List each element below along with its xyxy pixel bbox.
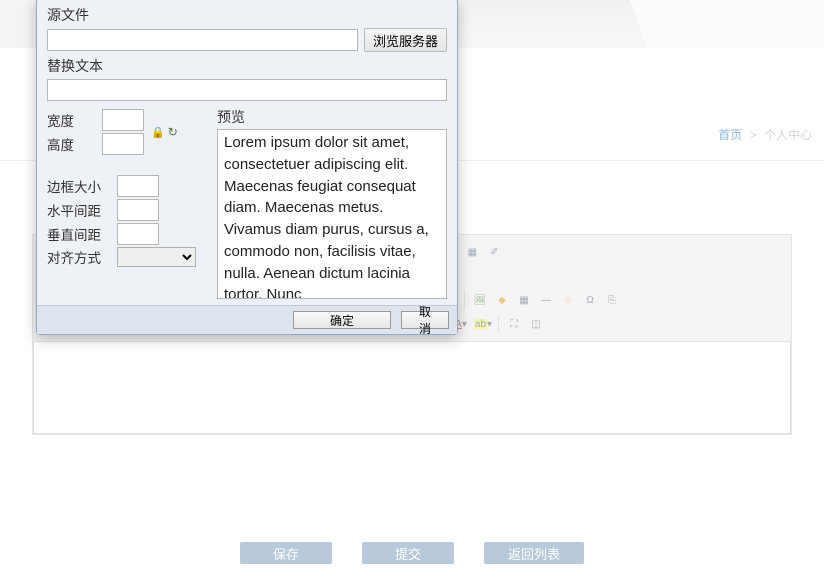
- alt-text-input[interactable]: [47, 79, 447, 101]
- breadcrumb-home[interactable]: 首页: [718, 128, 742, 142]
- cancel-button[interactable]: 取消: [401, 311, 449, 329]
- hspace-input[interactable]: [117, 199, 159, 221]
- special-char-icon[interactable]: Ω: [581, 291, 599, 309]
- breadcrumb-current: 个人中心: [764, 128, 812, 142]
- lock-ratio-icon[interactable]: 🔒: [151, 126, 165, 139]
- height-label: 高度: [47, 134, 102, 154]
- breadcrumb-sep: >: [750, 128, 757, 142]
- flash-icon[interactable]: ◆: [493, 291, 511, 309]
- height-input[interactable]: [102, 133, 144, 155]
- smiley-icon[interactable]: ☺: [559, 291, 577, 309]
- page-break-icon[interactable]: ⎘: [603, 291, 621, 309]
- dimensions-column: 宽度 高度 🔒 ↻ 边框大小: [47, 107, 207, 299]
- alt-text-label: 替换文本: [47, 56, 447, 76]
- border-input[interactable]: [117, 175, 159, 197]
- maximize-icon[interactable]: ⛶: [505, 315, 523, 333]
- submit-button[interactable]: 提交: [362, 542, 454, 564]
- vspace-input[interactable]: [117, 223, 159, 245]
- align-label: 对齐方式: [47, 247, 117, 267]
- table-icon[interactable]: ▦: [515, 291, 533, 309]
- width-input[interactable]: [102, 109, 144, 131]
- image-properties-dialog: 源文件 浏览服务器 替换文本 宽度 高度: [36, 0, 458, 335]
- border-label: 边框大小: [47, 176, 117, 196]
- browse-server-button[interactable]: 浏览服务器: [364, 28, 447, 52]
- save-button[interactable]: 保存: [240, 542, 332, 564]
- ok-button[interactable]: 确定: [293, 311, 391, 329]
- back-button[interactable]: 返回列表: [484, 542, 584, 564]
- remove-format-icon[interactable]: ✐: [485, 243, 503, 261]
- preview-box[interactable]: Lorem ipsum dolor sit amet, consectetuer…: [217, 129, 447, 299]
- preview-label: 预览: [217, 107, 447, 127]
- hr-icon[interactable]: —: [537, 291, 555, 309]
- editor-content-area[interactable]: [33, 342, 791, 434]
- hspace-label: 水平间距: [47, 200, 117, 220]
- dialog-footer: 确定 取消: [37, 305, 457, 334]
- select-all-icon[interactable]: ▦: [463, 243, 481, 261]
- source-input[interactable]: [47, 29, 358, 51]
- show-blocks-icon[interactable]: ◫: [527, 315, 545, 333]
- align-select[interactable]: [117, 247, 196, 267]
- source-label: 源文件: [47, 5, 447, 25]
- bg-color-icon[interactable]: ab▾: [474, 315, 492, 333]
- image-icon[interactable]: 🖼: [471, 291, 489, 309]
- page-actions: 保存 提交 返回列表: [0, 542, 824, 564]
- width-label: 宽度: [47, 110, 102, 130]
- vspace-label: 垂直间距: [47, 224, 117, 244]
- reset-size-icon[interactable]: ↻: [168, 125, 178, 139]
- preview-column: 预览 Lorem ipsum dolor sit amet, consectet…: [217, 107, 447, 299]
- breadcrumb: 首页 > 个人中心: [718, 126, 812, 143]
